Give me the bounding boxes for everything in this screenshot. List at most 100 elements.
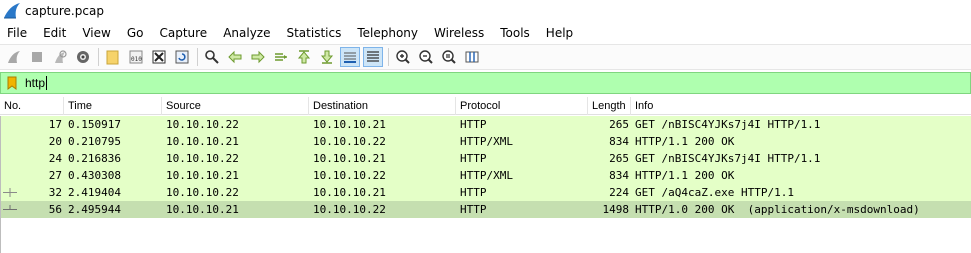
start-capture-icon[interactable]: [4, 47, 24, 67]
packet-destination: 10.10.10.21: [313, 118, 386, 131]
column-header-info[interactable]: Info: [631, 97, 971, 115]
packet-time: 0.150917: [68, 118, 121, 131]
menu-statistics[interactable]: Statistics: [278, 23, 349, 43]
window-title: capture.pcap: [25, 4, 104, 18]
packet-info: HTTP/1.0 200 OK (application/x-msdownloa…: [635, 203, 920, 216]
packet-no: 32: [48, 186, 62, 199]
column-header-protocol[interactable]: Protocol: [456, 97, 588, 115]
save-file-icon[interactable]: 010: [126, 47, 146, 67]
menu-telephony[interactable]: Telephony: [349, 23, 426, 43]
packet-source: 10.10.10.22: [166, 118, 239, 131]
first-packet-icon[interactable]: [294, 47, 314, 67]
menu-wireless[interactable]: Wireless: [426, 23, 492, 43]
packet-row[interactable]: 20 0.210795 10.10.10.21 10.10.10.22 HTTP…: [0, 133, 971, 150]
capture-options-icon[interactable]: [73, 47, 93, 67]
packet-length: 265: [609, 152, 629, 165]
display-filter-bar[interactable]: http: [0, 72, 971, 94]
packet-time: 0.216836: [68, 152, 121, 165]
column-header-destination[interactable]: Destination: [309, 97, 456, 115]
packet-source: 10.10.10.21: [166, 169, 239, 182]
packet-time: 2.495944: [68, 203, 121, 216]
title-bar: capture.pcap: [0, 0, 971, 22]
autoscroll-icon[interactable]: [340, 47, 360, 67]
response-related-icon: [3, 205, 17, 210]
menu-go[interactable]: Go: [119, 23, 152, 43]
packet-destination: 10.10.10.22: [313, 169, 386, 182]
menu-capture[interactable]: Capture: [151, 23, 215, 43]
packet-protocol: HTTP: [460, 203, 487, 216]
packet-destination: 10.10.10.21: [313, 152, 386, 165]
find-packet-icon[interactable]: [202, 47, 222, 67]
column-header-no[interactable]: No.: [0, 97, 64, 115]
packet-time: 0.210795: [68, 135, 121, 148]
toolbar-separator: [388, 48, 389, 66]
menu-edit[interactable]: Edit: [35, 23, 74, 43]
packet-destination: 10.10.10.21: [313, 186, 386, 199]
text-cursor: [46, 76, 48, 90]
menu-file[interactable]: File: [0, 23, 35, 43]
packet-destination: 10.10.10.22: [313, 203, 386, 216]
packet-row-selected[interactable]: 56 2.495944 10.10.10.21 10.10.10.22 HTTP…: [0, 201, 971, 218]
packet-no: 24: [48, 152, 62, 165]
menu-help[interactable]: Help: [538, 23, 581, 43]
packet-protocol: HTTP: [460, 186, 487, 199]
column-header-length[interactable]: Length: [588, 97, 631, 115]
packet-source: 10.10.10.21: [166, 203, 239, 216]
zoom-in-icon[interactable]: [393, 47, 413, 67]
packet-source: 10.10.10.22: [166, 152, 239, 165]
packet-info: GET /nBISC4YJKs7j4I HTTP/1.1: [635, 118, 821, 131]
go-back-icon[interactable]: [225, 47, 245, 67]
packet-row[interactable]: 17 0.150917 10.10.10.22 10.10.10.21 HTTP…: [0, 116, 971, 133]
packet-row[interactable]: 27 0.430308 10.10.10.21 10.10.10.22 HTTP…: [0, 167, 971, 184]
packet-info: GET /nBISC4YJKs7j4I HTTP/1.1: [635, 152, 821, 165]
go-to-packet-icon[interactable]: [271, 47, 291, 67]
packet-info: HTTP/1.1 200 OK: [635, 135, 735, 148]
menu-tools[interactable]: Tools: [492, 23, 538, 43]
menu-view[interactable]: View: [74, 23, 118, 43]
resize-columns-icon[interactable]: [462, 47, 482, 67]
packet-protocol: HTTP/XML: [460, 135, 513, 148]
packet-list: 17 0.150917 10.10.10.22 10.10.10.21 HTTP…: [0, 116, 971, 218]
packet-protocol: HTTP: [460, 118, 487, 131]
packet-list-border: [0, 116, 1, 253]
packet-time: 0.430308: [68, 169, 121, 182]
normal-size-icon[interactable]: [439, 47, 459, 67]
go-forward-icon[interactable]: [248, 47, 268, 67]
bookmark-icon[interactable]: [7, 76, 19, 90]
packet-length: 265: [609, 118, 629, 131]
packet-list-header: No. Time Source Destination Protocol Len…: [0, 97, 971, 115]
packet-no: 17: [48, 118, 62, 131]
packet-destination: 10.10.10.22: [313, 135, 386, 148]
packet-length: 224: [609, 186, 629, 199]
packet-info: GET /aQ4caZ.exe HTTP/1.1: [635, 186, 794, 199]
toolbar-separator: [197, 48, 198, 66]
packet-source: 10.10.10.22: [166, 186, 239, 199]
last-packet-icon[interactable]: [317, 47, 337, 67]
wireshark-fin-icon: [4, 3, 20, 19]
close-file-icon[interactable]: [149, 47, 169, 67]
svg-text:010: 010: [131, 56, 142, 63]
packet-protocol: HTTP/XML: [460, 169, 513, 182]
stop-capture-icon[interactable]: [27, 47, 47, 67]
column-header-source[interactable]: Source: [162, 97, 309, 115]
packet-no: 56: [48, 203, 62, 216]
colorize-icon[interactable]: [363, 47, 383, 67]
request-related-icon: [3, 188, 17, 197]
packet-time: 2.419404: [68, 186, 121, 199]
packet-info: HTTP/1.1 200 OK: [635, 169, 735, 182]
restart-capture-icon[interactable]: [50, 47, 70, 67]
packet-length: 1498: [602, 203, 630, 216]
packet-no: 20: [48, 135, 62, 148]
packet-row[interactable]: 32 2.419404 10.10.10.22 10.10.10.21 HTTP…: [0, 184, 971, 201]
menu-analyze[interactable]: Analyze: [215, 23, 278, 43]
zoom-out-icon[interactable]: [416, 47, 436, 67]
packet-protocol: HTTP: [460, 152, 487, 165]
packet-row[interactable]: 24 0.216836 10.10.10.22 10.10.10.21 HTTP…: [0, 150, 971, 167]
display-filter-input[interactable]: http: [25, 76, 45, 90]
open-file-icon[interactable]: [103, 47, 123, 67]
packet-source: 10.10.10.21: [166, 135, 239, 148]
reload-file-icon[interactable]: [172, 47, 192, 67]
packet-length: 834: [609, 135, 629, 148]
column-header-time[interactable]: Time: [64, 97, 162, 115]
toolbar-separator: [98, 48, 99, 66]
